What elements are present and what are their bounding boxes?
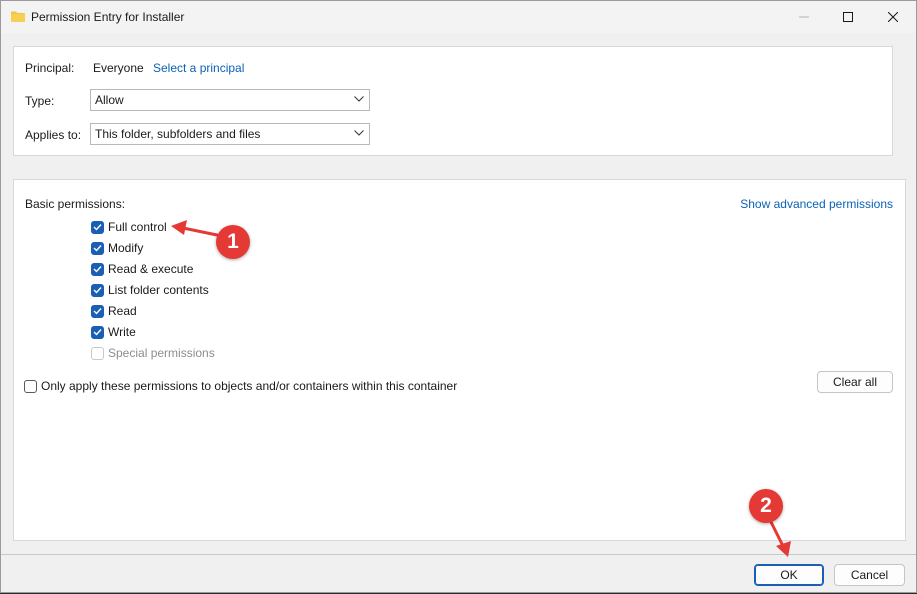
checkbox-box (91, 346, 104, 360)
select-principal-link[interactable]: Select a principal (153, 61, 244, 75)
checkmark-icon (93, 308, 102, 315)
basic-permissions-heading: Basic permissions: (25, 197, 126, 211)
checkmark-icon (93, 287, 102, 294)
annotation-badge-1: 1 (216, 225, 250, 259)
cancel-button[interactable]: Cancel (834, 564, 905, 586)
permission-write-checkbox[interactable]: Write (91, 324, 136, 340)
chevron-down-icon (354, 96, 364, 102)
permission-entry-dialog: Permission Entry for Installer Principal… (0, 0, 917, 593)
type-select-value: Allow (95, 93, 124, 107)
permission-label: Modify (108, 241, 144, 255)
minimize-button[interactable] (781, 1, 827, 33)
checkbox-box[interactable] (91, 241, 104, 255)
close-icon (888, 12, 898, 22)
checkmark-icon (93, 245, 102, 252)
checkbox-box[interactable] (24, 379, 37, 393)
principal-value: Everyone (93, 61, 144, 75)
permission-label: Write (108, 325, 136, 339)
applies-to-label: Applies to: (25, 128, 82, 142)
maximize-icon (843, 12, 853, 22)
chevron-down-icon (354, 130, 364, 136)
type-label: Type: (25, 94, 55, 108)
permission-label: Read & execute (108, 262, 194, 276)
checkmark-icon (93, 224, 102, 231)
checkmark-icon (93, 329, 102, 336)
permission-read-checkbox[interactable]: Read (91, 303, 137, 319)
principal-panel: Principal: Everyone Select a principal T… (13, 46, 893, 156)
checkbox-box[interactable] (91, 220, 104, 234)
permission-read-and-execute-checkbox[interactable]: Read & execute (91, 261, 193, 277)
permission-list-folder-contents-checkbox[interactable]: List folder contents (91, 282, 209, 298)
permission-modify-checkbox[interactable]: Modify (91, 240, 143, 256)
permission-label: Read (108, 304, 137, 318)
applies-to-select-value: This folder, subfolders and files (95, 127, 261, 141)
permission-special-permissions-checkbox: Special permissions (91, 345, 215, 361)
minimize-icon (799, 16, 809, 18)
only-apply-checkbox[interactable]: Only apply these permissions to objects … (24, 378, 457, 394)
permission-label: Full control (108, 220, 167, 234)
title-bar[interactable]: Permission Entry for Installer (1, 1, 916, 33)
folder-icon (11, 11, 25, 22)
footer-divider (1, 554, 916, 555)
checkbox-box[interactable] (91, 262, 104, 276)
clear-all-button[interactable]: Clear all (817, 371, 893, 393)
only-apply-label: Only apply these permissions to objects … (41, 379, 458, 393)
show-advanced-permissions-link[interactable]: Show advanced permissions (740, 197, 893, 211)
type-select[interactable]: Allow (90, 89, 370, 111)
applies-to-select[interactable]: This folder, subfolders and files (90, 123, 370, 145)
ok-button[interactable]: OK (754, 564, 824, 586)
window-title: Permission Entry for Installer (31, 10, 185, 24)
checkmark-icon (93, 266, 102, 273)
principal-label: Principal: (25, 61, 75, 75)
permission-label: Special permissions (108, 346, 215, 360)
checkbox-box[interactable] (91, 304, 104, 318)
permission-full-control-checkbox[interactable]: Full control (91, 219, 167, 235)
checkbox-box[interactable] (91, 325, 104, 339)
annotation-badge-2: 2 (749, 489, 783, 523)
maximize-button[interactable] (825, 1, 871, 33)
permissions-panel: Basic permissions: Show advanced permiss… (13, 179, 906, 541)
close-button[interactable] (870, 1, 916, 33)
checkbox-box[interactable] (91, 283, 104, 297)
permission-label: List folder contents (108, 283, 209, 297)
